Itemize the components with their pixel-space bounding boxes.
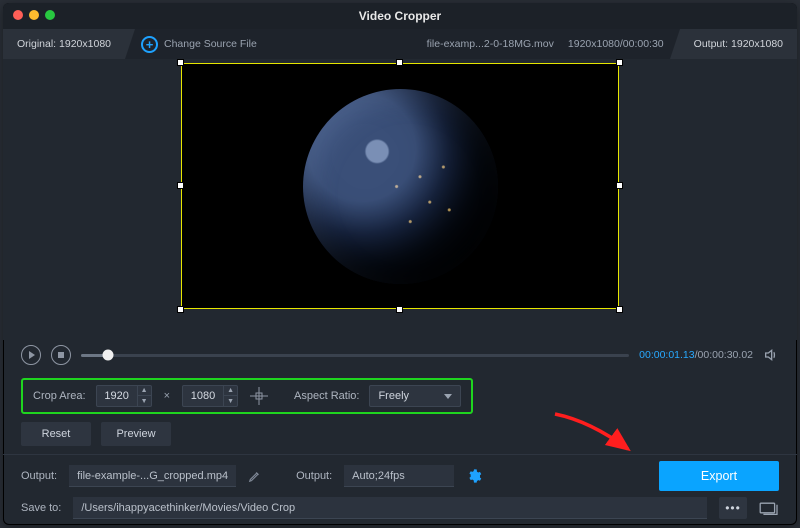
output-format-label: Output:	[296, 470, 332, 482]
source-filename: file-examp...2-0-18MG.mov	[427, 38, 554, 50]
open-folder-button[interactable]	[759, 500, 779, 516]
crop-handle-top-right[interactable]	[616, 59, 623, 66]
crop-height-field[interactable]: ▲▼	[182, 385, 238, 407]
crop-width-input[interactable]	[97, 390, 137, 402]
output-file-label: Output:	[21, 470, 57, 482]
minimize-window-button[interactable]	[29, 10, 39, 20]
preview-button[interactable]: Preview	[101, 422, 171, 446]
export-button[interactable]: Export	[659, 461, 779, 491]
center-crop-button[interactable]	[248, 385, 270, 407]
title-bar: Video Cropper	[3, 3, 797, 29]
crop-handle-bottom-left[interactable]	[177, 306, 184, 313]
aspect-ratio-select[interactable]: Freely	[369, 385, 461, 407]
original-label: Original:	[17, 38, 56, 50]
output-file-value: file-example-...G_cropped.mp4	[77, 470, 228, 482]
crop-rectangle[interactable]	[181, 63, 619, 309]
crop-height-up[interactable]: ▲	[224, 386, 237, 396]
maximize-window-button[interactable]	[45, 10, 55, 20]
seek-thumb[interactable]	[103, 350, 114, 361]
close-window-button[interactable]	[13, 10, 23, 20]
info-bar: Original: 1920x1080 + Change Source File…	[3, 29, 797, 59]
volume-icon[interactable]	[763, 347, 779, 363]
multiply-icon: ×	[162, 390, 172, 402]
app-window: Video Cropper Original: 1920x1080 + Chan…	[3, 3, 797, 525]
save-to-path-field: /Users/ihappyacethinker/Movies/Video Cro…	[73, 497, 707, 519]
crop-frame[interactable]	[181, 63, 619, 309]
crop-controls-highlight: Crop Area: ▲▼ × ▲▼ Aspect Ratio: Freely	[21, 378, 473, 414]
crop-width-down[interactable]: ▼	[138, 396, 151, 406]
play-button[interactable]	[21, 345, 41, 365]
output-value: 1920x1080	[731, 38, 783, 50]
save-to-label: Save to:	[21, 502, 61, 514]
source-resolution-duration: 1920x1080/00:00:30	[568, 38, 664, 50]
original-resolution-chip: Original: 1920x1080	[3, 29, 125, 59]
plus-circle-icon: +	[141, 36, 158, 53]
crop-height-down[interactable]: ▼	[224, 396, 237, 406]
change-source-file-button[interactable]: + Change Source File	[141, 36, 257, 53]
time-display: 00:00:01.13/00:00:30.02	[639, 349, 753, 361]
crop-handle-top[interactable]	[396, 59, 403, 66]
seek-slider[interactable]	[81, 348, 629, 362]
crop-width-up[interactable]: ▲	[138, 386, 151, 396]
output-settings-button[interactable]	[466, 468, 482, 484]
transport-bar: 00:00:01.13/00:00:30.02	[3, 340, 797, 370]
app-title: Video Cropper	[359, 9, 441, 23]
stop-icon	[58, 352, 64, 358]
output-label: Output:	[694, 38, 728, 50]
traffic-lights	[13, 10, 55, 20]
play-icon	[29, 351, 35, 359]
output-file-field: file-example-...G_cropped.mp4	[69, 465, 236, 487]
aspect-ratio-value: Freely	[378, 390, 409, 402]
stop-button[interactable]	[51, 345, 71, 365]
crop-area-label: Crop Area:	[33, 390, 86, 402]
crop-handle-right[interactable]	[616, 182, 623, 189]
output-format-field: Auto;24fps	[344, 465, 454, 487]
time-current: 00:00:01.13	[639, 349, 694, 361]
browse-folder-button[interactable]: •••	[719, 497, 747, 519]
crop-handle-left[interactable]	[177, 182, 184, 189]
edit-output-name-button[interactable]	[248, 469, 262, 483]
time-total: /00:00:30.02	[695, 349, 753, 361]
crop-width-field[interactable]: ▲▼	[96, 385, 152, 407]
chevron-down-icon	[444, 394, 452, 399]
crop-height-input[interactable]	[183, 390, 223, 402]
change-source-file-label: Change Source File	[164, 38, 257, 50]
crop-handle-bottom[interactable]	[396, 306, 403, 313]
aspect-ratio-label: Aspect Ratio:	[294, 390, 359, 402]
preview-stage	[3, 59, 797, 340]
original-value: 1920x1080	[59, 38, 111, 50]
crop-handle-top-left[interactable]	[177, 59, 184, 66]
reset-button[interactable]: Reset	[21, 422, 91, 446]
crop-handle-bottom-right[interactable]	[616, 306, 623, 313]
output-resolution-chip: Output: 1920x1080	[680, 29, 797, 59]
output-format-value: Auto;24fps	[352, 470, 405, 482]
save-to-path-value: /Users/ihappyacethinker/Movies/Video Cro…	[81, 502, 295, 514]
